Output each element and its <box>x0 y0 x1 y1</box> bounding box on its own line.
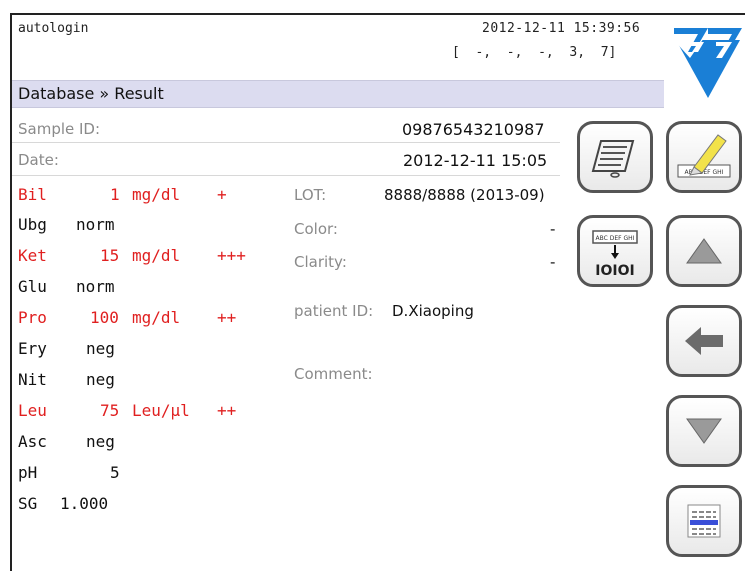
clarity-label: Clarity: <box>294 253 347 271</box>
print-icon <box>591 140 635 178</box>
lot-value: 8888/8888 (2013-09) <box>384 186 545 204</box>
list-icon <box>687 504 721 538</box>
scroll-down-button[interactable] <box>666 395 742 467</box>
result-value: neg <box>86 432 115 451</box>
date-value: 2012-12-11 15:05 <box>403 151 548 170</box>
result-flag: ++ <box>217 308 237 327</box>
send-caption-top: ABC DEF GHI <box>596 235 635 242</box>
device-status: [ -, -, -, 3, 7] <box>452 45 617 60</box>
breadcrumb-text: Database » Result <box>18 84 164 103</box>
edit-button[interactable]: ABC DEF GHI <box>666 121 742 193</box>
send-to-lis-icon: ABC DEF GHI IOIOI <box>592 230 638 279</box>
send-to-lis-button[interactable]: ABC DEF GHI IOIOI <box>577 215 653 287</box>
result-unit: mg/dl <box>132 185 181 204</box>
scroll-up-button[interactable] <box>666 215 742 287</box>
result-unit: mg/dl <box>132 308 181 327</box>
result-code: Bil <box>18 185 47 204</box>
result-value: 75 <box>100 401 120 420</box>
result-value: neg <box>86 339 115 358</box>
print-button[interactable] <box>577 121 653 193</box>
result-unit: mg/dl <box>132 246 181 265</box>
back-button[interactable] <box>666 305 742 377</box>
sample-id-value: 09876543210987 <box>402 120 545 139</box>
send-caption-bottom: IOIOI <box>595 263 634 279</box>
result-value: 100 <box>90 308 119 327</box>
date-label: Date: <box>18 151 59 169</box>
clock: 2012-12-11 15:39:56 <box>482 21 641 36</box>
result-flag: + <box>217 185 227 204</box>
sample-id-label: Sample ID: <box>18 120 101 138</box>
result-flag: +++ <box>217 246 246 265</box>
result-code: pH <box>18 463 38 482</box>
color-value: - <box>550 220 556 238</box>
result-value: norm <box>76 277 115 296</box>
clarity-value: - <box>550 253 556 271</box>
result-code: Asc <box>18 432 47 451</box>
patient-id-label: patient ID: <box>294 302 374 320</box>
pencil-edit-icon: ABC DEF GHI <box>677 134 731 178</box>
result-code: Glu <box>18 277 47 296</box>
arrow-left-icon <box>685 327 723 355</box>
status-bar: autologin 2012-12-11 15:39:56 [ -, -, -,… <box>12 15 745 79</box>
result-value: 1.000 <box>60 494 109 513</box>
color-label: Color: <box>294 220 338 238</box>
divider <box>12 142 560 143</box>
logged-in-user: autologin <box>18 21 89 36</box>
result-code: Pro <box>18 308 47 327</box>
divider <box>12 175 560 176</box>
result-code: SG <box>18 494 38 513</box>
result-value: 5 <box>110 463 120 482</box>
result-unit: Leu/µl <box>132 401 190 420</box>
result-code: Ubg <box>18 215 47 234</box>
brand-logo-icon <box>670 18 745 100</box>
result-code: Ery <box>18 339 47 358</box>
breadcrumb: Database » Result <box>12 80 664 108</box>
patient-id-value: D.Xiaoping <box>392 302 474 320</box>
screen-frame: autologin 2012-12-11 15:39:56 [ -, -, -,… <box>10 13 745 571</box>
result-value: norm <box>76 215 115 234</box>
list-view-button[interactable] <box>666 485 742 557</box>
arrow-down-icon <box>686 418 722 444</box>
lot-label: LOT: <box>294 186 327 204</box>
result-code: Leu <box>18 401 47 420</box>
result-code: Nit <box>18 370 47 389</box>
result-value: 15 <box>100 246 120 265</box>
result-value: neg <box>86 370 115 389</box>
comment-label: Comment: <box>294 365 373 383</box>
result-code: Ket <box>18 246 47 265</box>
result-value: 1 <box>110 185 120 204</box>
result-flag: ++ <box>217 401 237 420</box>
arrow-up-icon <box>686 238 722 264</box>
